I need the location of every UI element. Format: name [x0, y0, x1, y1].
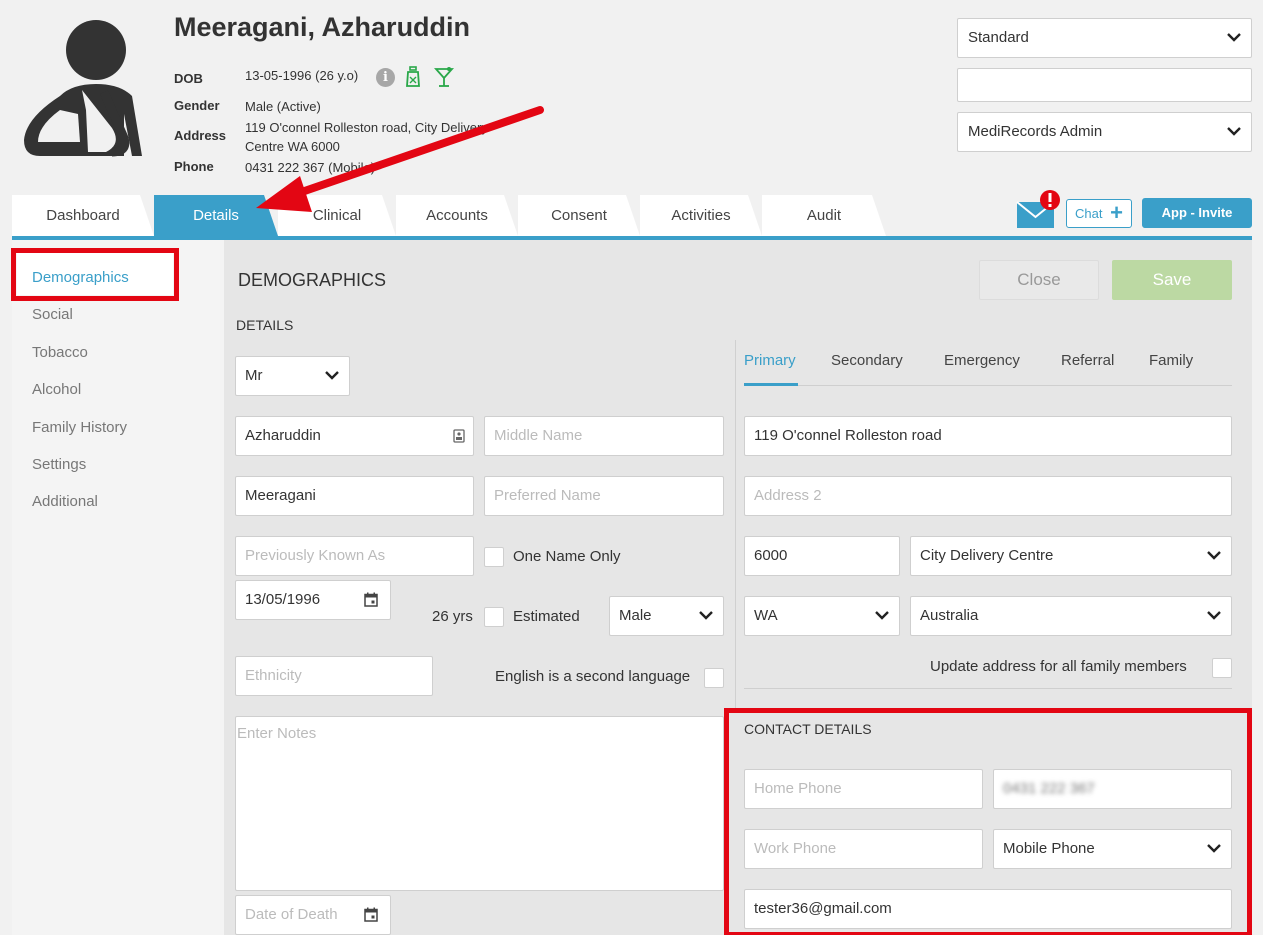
sidebar-item-social[interactable]: Social — [32, 306, 73, 323]
previously-known-as-field[interactable]: Previously Known As — [235, 536, 474, 576]
tab-activities[interactable]: Activities — [640, 195, 762, 236]
state-select[interactable]: WA — [744, 596, 900, 636]
one-name-only-checkbox[interactable] — [484, 547, 504, 567]
sidebar-item-additional[interactable]: Additional — [32, 493, 98, 510]
dob-field-value: 13/05/1996 — [245, 591, 321, 608]
address-tab-primary[interactable]: Primary — [744, 352, 796, 369]
dob-field[interactable]: 13/05/1996 — [235, 580, 391, 620]
address-bottom-divider — [744, 688, 1232, 689]
calendar-icon[interactable] — [364, 592, 378, 607]
address-label: Address — [174, 128, 227, 143]
patient-name: Meeragani, Azharuddin — [174, 12, 471, 42]
update-family-checkbox[interactable] — [1212, 658, 1232, 678]
chevron-down-icon — [1227, 127, 1241, 136]
suburb-select-value: City Delivery Centre — [920, 547, 1054, 564]
annotation-box-demographics — [11, 248, 179, 301]
column-divider — [735, 340, 736, 710]
chevron-down-icon — [1227, 33, 1241, 42]
tab-dashboard[interactable]: Dashboard — [12, 195, 154, 236]
ethnicity-field[interactable]: Ethnicity — [235, 656, 433, 696]
chevron-down-icon — [699, 611, 713, 620]
dob-label: DOB — [174, 71, 203, 86]
postcode-field[interactable]: 6000 — [744, 536, 900, 576]
chevron-down-icon — [325, 371, 339, 380]
user-select[interactable]: MediRecords Admin — [957, 112, 1252, 152]
details-heading: DETAILS — [236, 317, 294, 333]
address-tab-emergency[interactable]: Emergency — [944, 352, 1020, 369]
update-family-label: Update address for all family members — [930, 658, 1187, 675]
phone-label: Phone — [174, 159, 214, 174]
contact-card-icon[interactable] — [453, 429, 465, 443]
suburb-select[interactable]: City Delivery Centre — [910, 536, 1232, 576]
app-invite-button[interactable]: App - Invite — [1142, 198, 1252, 228]
gender-label: Gender — [174, 98, 220, 113]
gender-select-value: Male — [619, 607, 652, 624]
info-icon[interactable]: i — [376, 68, 395, 87]
esl-checkbox[interactable] — [704, 668, 724, 688]
country-select[interactable]: Australia — [910, 596, 1232, 636]
user-select-value: MediRecords Admin — [968, 123, 1103, 140]
address1-field[interactable]: 119 O'connel Rolleston road — [744, 416, 1232, 456]
chevron-down-icon — [1207, 551, 1221, 560]
estimated-label: Estimated — [513, 608, 580, 625]
address2-field[interactable]: Address 2 — [744, 476, 1232, 516]
annotation-box-contact-details — [724, 708, 1252, 935]
middle-name-field[interactable]: Middle Name — [484, 416, 724, 456]
page-title: DEMOGRAPHICS — [238, 270, 387, 290]
chat-button-label: Chat — [1075, 206, 1103, 221]
chevron-down-icon — [1207, 611, 1221, 620]
notes-textarea[interactable]: Enter Notes — [235, 716, 724, 891]
address-tab-family[interactable]: Family — [1149, 352, 1193, 369]
template-select-value: Standard — [968, 29, 1029, 46]
address-tab-referral[interactable]: Referral — [1061, 352, 1114, 369]
dob-value: 13-05-1996 (26 y.o) — [245, 68, 359, 83]
tobacco-bottle-icon[interactable] — [405, 66, 421, 88]
first-name-field[interactable]: Azharuddin — [235, 416, 474, 456]
calendar-icon[interactable] — [364, 907, 378, 922]
close-button[interactable]: Close — [979, 260, 1099, 300]
chevron-down-icon — [875, 611, 889, 620]
last-name-field[interactable]: Meeragani — [235, 476, 474, 516]
plus-icon: + — [1110, 200, 1123, 225]
one-name-only-label: One Name Only — [513, 548, 621, 565]
esl-label: English is a second language — [495, 668, 691, 685]
address-tabs-divider — [744, 385, 1232, 386]
header-blank-field[interactable] — [957, 68, 1252, 102]
chat-button[interactable]: Chat + — [1066, 199, 1132, 228]
gender-select[interactable]: Male — [609, 596, 724, 636]
age-value: 26 yrs — [432, 608, 473, 625]
save-button[interactable]: Save — [1112, 260, 1232, 300]
template-select[interactable]: Standard — [957, 18, 1252, 58]
date-of-death-field[interactable]: Date of Death — [235, 895, 391, 935]
cocktail-icon[interactable] — [434, 66, 454, 88]
address-tab-secondary[interactable]: Secondary — [831, 352, 903, 369]
title-select-value: Mr — [245, 367, 263, 384]
tab-audit[interactable]: Audit — [762, 195, 886, 236]
sidebar-item-family-history[interactable]: Family History — [32, 419, 127, 436]
first-name-value: Azharuddin — [245, 427, 321, 444]
state-select-value: WA — [754, 607, 778, 624]
title-select[interactable]: Mr — [235, 356, 350, 396]
date-of-death-placeholder: Date of Death — [245, 906, 338, 923]
sidebar-item-tobacco[interactable]: Tobacco — [32, 344, 88, 361]
sidebar-item-settings[interactable]: Settings — [32, 456, 86, 473]
preferred-name-field[interactable]: Preferred Name — [484, 476, 724, 516]
estimated-checkbox[interactable] — [484, 607, 504, 627]
mail-alert-icon[interactable] — [1016, 190, 1062, 230]
address-tab-active-underline — [744, 383, 798, 386]
patient-avatar-icon — [24, 20, 142, 157]
country-select-value: Australia — [920, 607, 979, 624]
annotation-arrow-icon — [256, 106, 544, 212]
sidebar-item-alcohol[interactable]: Alcohol — [32, 381, 81, 398]
